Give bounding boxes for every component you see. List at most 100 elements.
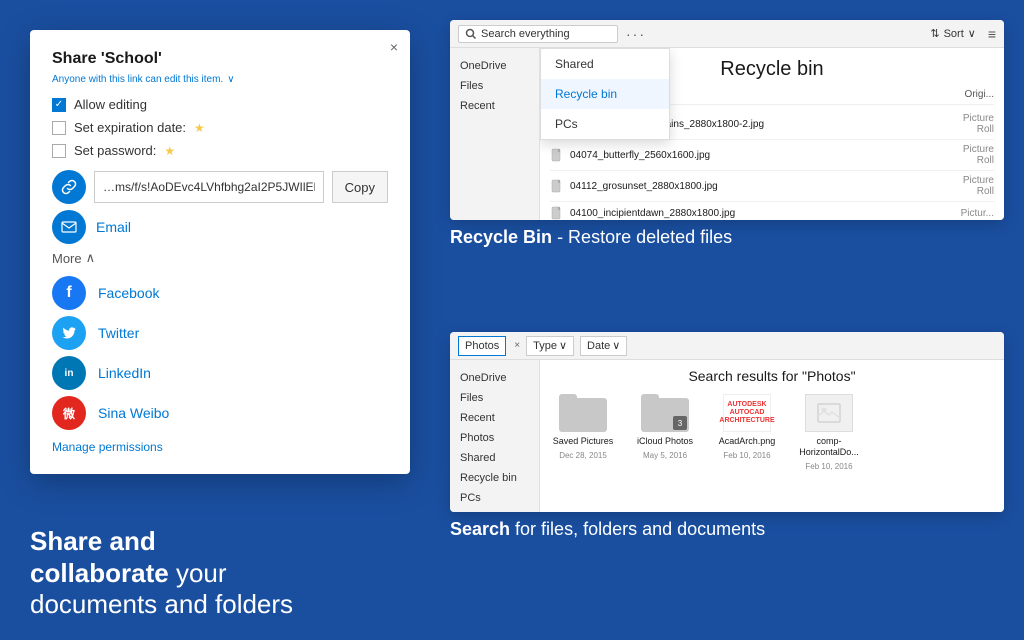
search-icon	[465, 28, 477, 40]
email-icon-button[interactable]	[52, 210, 86, 244]
twitter-label: Twitter	[98, 325, 139, 341]
file-orig: Picture Roll	[944, 113, 994, 135]
date-chevron-icon: ∨	[612, 339, 620, 352]
search-screenshot: Photos × Type ∨ Date ∨ OneDrive	[450, 332, 1004, 512]
result-icloud-photos[interactable]: 3 iCloud Photos May 5, 2016	[630, 394, 700, 471]
search-content: OneDrive Files Recent Photos Shared Recy…	[450, 360, 1004, 512]
search-results-title: Search results for "Photos"	[548, 368, 996, 384]
sidebar-files[interactable]: Files	[450, 388, 539, 408]
dropdown-item-shared[interactable]: Shared	[541, 49, 669, 79]
recycle-bin-screenshot: Search everything ··· ⇅ Sort ∨ ≡ OneDriv…	[450, 20, 1004, 220]
facebook-label: Facebook	[98, 285, 159, 301]
caption-normal: - Restore deleted files	[552, 227, 732, 247]
sidebar-shared[interactable]: Shared	[450, 448, 539, 468]
weibo-item[interactable]: 微 Sina Weibo	[52, 396, 388, 430]
sort-icon: ⇅	[930, 27, 939, 40]
file-icon	[550, 206, 564, 220]
file-row[interactable]: 04074_butterfly_2560x1600.jpg Picture Ro…	[550, 140, 994, 171]
file-orig: Picture Roll	[944, 144, 994, 166]
expiration-checkbox[interactable]	[52, 121, 66, 135]
result-acadarch[interactable]: AUTODESKAUTOCADARCHITECTURE AcadArch.png…	[712, 394, 782, 471]
folder-icon: 3	[641, 394, 689, 432]
sidebar-item-files[interactable]: Files	[450, 76, 539, 96]
sidebar-item-onedrive[interactable]: OneDrive	[450, 56, 539, 76]
titlebar-more-icon[interactable]: ···	[626, 26, 646, 42]
expiration-date-row: Set expiration date: ★	[52, 120, 388, 135]
twitter-icon	[52, 316, 86, 350]
recycle-bin-titlebar: Search everything ··· ⇅ Sort ∨ ≡	[450, 20, 1004, 48]
search-input-box[interactable]: Photos	[458, 336, 506, 356]
password-star-icon: ★	[164, 144, 175, 158]
facebook-item[interactable]: f Facebook	[52, 276, 388, 310]
result-date: Feb 10, 2016	[805, 462, 852, 471]
search-caption: Search for files, folders and documents	[450, 518, 1004, 541]
autocad-file-icon: AUTODESKAUTOCADARCHITECTURE	[723, 394, 771, 432]
dialog-title: Share 'School'	[52, 50, 388, 68]
result-date: Feb 10, 2016	[723, 451, 770, 460]
allow-editing-checkbox[interactable]	[52, 98, 66, 112]
link-icon	[61, 179, 77, 195]
sort-chevron-icon: ∨	[968, 27, 976, 40]
sidebar-item-recent[interactable]: Recent	[450, 96, 539, 116]
file-row[interactable]: 04100_incipientdawn_2880x1800.jpg Pictur…	[550, 202, 994, 220]
email-label[interactable]: Email	[96, 219, 131, 235]
weibo-icon: 微	[52, 396, 86, 430]
file-row[interactable]: 04112_grosunset_2880x1800.jpg Picture Ro…	[550, 171, 994, 202]
manage-permissions-link[interactable]: Manage permissions	[52, 440, 388, 454]
expiration-label: Set expiration date:	[74, 120, 186, 135]
titlebar-search-box[interactable]: Search everything	[458, 25, 618, 43]
weibo-label: Sina Weibo	[98, 405, 169, 421]
titlebar-sort-button[interactable]: ⇅ Sort ∨	[930, 27, 975, 40]
search-main: Search results for "Photos" Saved Pictur…	[540, 360, 1004, 512]
type-filter-button[interactable]: Type ∨	[526, 336, 574, 356]
search-caption-normal: for files, folders and documents	[510, 519, 765, 539]
left-panel: × Share 'School' Anyone with this link c…	[0, 0, 440, 640]
caption-bold: Recycle Bin	[450, 227, 552, 247]
dropdown-item-pcs[interactable]: PCs	[541, 109, 669, 139]
recycle-bin-caption: Recycle Bin - Restore deleted files	[450, 226, 1004, 249]
recycle-bin-content: OneDrive Files Recent Recycle bin Name O…	[450, 48, 1004, 220]
linkedin-label: LinkedIn	[98, 365, 151, 381]
share-dialog: × Share 'School' Anyone with this link c…	[30, 30, 410, 474]
bottom-line2-bold: collaborate	[30, 558, 169, 588]
sidebar-onedrive[interactable]: OneDrive	[450, 368, 539, 388]
bottom-line3: documents and folders	[30, 589, 410, 620]
link-icon-button[interactable]	[52, 170, 86, 204]
result-date: May 5, 2016	[643, 451, 687, 460]
result-saved-pictures[interactable]: Saved Pictures Dec 28, 2015	[548, 394, 618, 471]
more-row[interactable]: More ∧	[52, 250, 388, 266]
type-filter-label: Type	[533, 340, 557, 352]
explorer-main: Recycle bin Name Origi... 04101_minimalm…	[540, 48, 1004, 220]
search-close-button[interactable]: ×	[514, 340, 520, 351]
file-name: 04074_butterfly_2560x1600.jpg	[570, 150, 944, 161]
allow-editing-label: Allow editing	[74, 97, 147, 112]
dialog-subtitle: Anyone with this link can edit this item…	[52, 74, 388, 85]
twitter-item[interactable]: Twitter	[52, 316, 388, 350]
linkedin-item[interactable]: in LinkedIn	[52, 356, 388, 390]
result-name: iCloud Photos	[637, 436, 693, 447]
password-checkbox[interactable]	[52, 144, 66, 158]
expiration-star-icon: ★	[194, 121, 205, 135]
titlebar-search-text: Search everything	[481, 28, 570, 40]
link-input[interactable]	[94, 171, 324, 203]
hamburger-icon[interactable]: ≡	[988, 26, 996, 42]
left-bottom-text: Share and collaborate your documents and…	[30, 510, 410, 620]
search-sidebar: OneDrive Files Recent Photos Shared Recy…	[450, 360, 540, 512]
sidebar-pcs[interactable]: PCs	[450, 488, 539, 508]
sidebar-photos[interactable]: Photos	[450, 428, 539, 448]
search-input-text[interactable]: Photos	[465, 340, 499, 352]
close-button[interactable]: ×	[390, 40, 398, 54]
sidebar-recent[interactable]: Recent	[450, 408, 539, 428]
result-name: AcadArch.png	[719, 436, 776, 447]
sidebar-recycle-bin[interactable]: Recycle bin	[450, 468, 539, 488]
file-orig: Pictur...	[944, 208, 994, 219]
dropdown-item-recycle-bin[interactable]: Recycle bin	[541, 79, 669, 109]
date-filter-button[interactable]: Date ∨	[580, 336, 627, 356]
password-label: Set password:	[74, 143, 156, 158]
result-comp-horizontal[interactable]: comp-HorizontalDo... Feb 10, 2016	[794, 394, 864, 471]
nav-dropdown: Shared Recycle bin PCs	[540, 48, 670, 140]
copy-button[interactable]: Copy	[332, 171, 388, 203]
search-caption-bold: Search	[450, 519, 510, 539]
sort-label: Sort	[944, 28, 964, 40]
password-row: Set password: ★	[52, 143, 388, 158]
